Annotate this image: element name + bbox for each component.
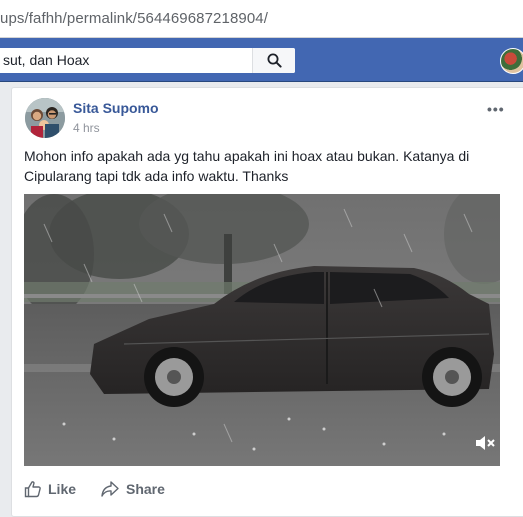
- profile-avatar[interactable]: [500, 48, 523, 74]
- share-label[interactable]: Share: [126, 481, 165, 497]
- post-video[interactable]: [24, 194, 500, 466]
- author-photo: [25, 98, 65, 138]
- url-text[interactable]: ups/fafhh/permalink/564469687218904/: [0, 10, 268, 27]
- volume-muted-icon[interactable]: [474, 434, 496, 452]
- search-input[interactable]: sut, dan Hoax: [0, 48, 295, 73]
- post-text: Mohon info apakah ada yg tahu apakah ini…: [24, 148, 470, 184]
- like-button[interactable]: Like: [24, 476, 76, 502]
- video-frame: [24, 194, 500, 466]
- author-avatar[interactable]: [25, 98, 65, 138]
- top-navigation-bar: sut, dan Hoax: [0, 38, 523, 82]
- post-author-name[interactable]: Sita Supomo: [73, 100, 159, 116]
- search-button[interactable]: [252, 48, 295, 73]
- post-options-button[interactable]: •••: [487, 101, 505, 117]
- thumbs-up-icon: [24, 481, 41, 498]
- like-label[interactable]: Like: [48, 481, 76, 497]
- post-actions: Like Share: [12, 476, 523, 506]
- post-card: Sita Supomo 4 hrs ••• Mohon info apakah …: [11, 87, 523, 517]
- browser-address-bar[interactable]: ups/fafhh/permalink/564469687218904/: [0, 0, 523, 38]
- share-arrow-icon: [101, 481, 119, 497]
- search-input-value[interactable]: sut, dan Hoax: [3, 52, 89, 68]
- share-button[interactable]: Share: [100, 476, 165, 502]
- post-timestamp[interactable]: 4 hrs: [73, 121, 100, 135]
- search-icon: [267, 53, 282, 68]
